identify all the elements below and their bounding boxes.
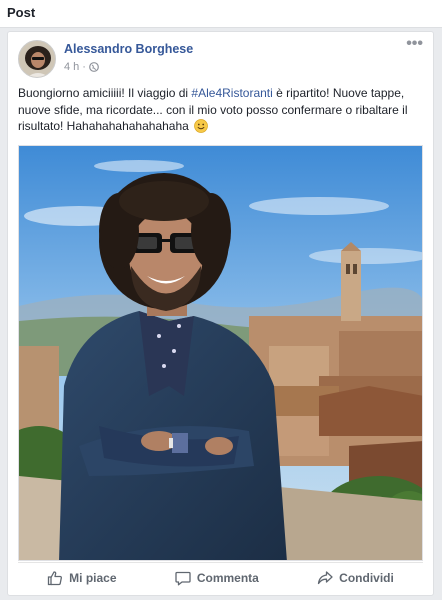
post-header: Alessandro Borghese 4 h · •••: [8, 32, 433, 78]
post-photo[interactable]: [18, 145, 423, 561]
hashtag-link[interactable]: #Ale4Ristoranti: [191, 86, 272, 100]
post-text: Buongiorno amiciiiii! Il viaggio di #Ale…: [18, 85, 426, 138]
comment-icon: [175, 570, 191, 586]
share-label: Condividi: [339, 570, 394, 585]
thumbs-up-icon: [47, 570, 63, 586]
post-timestamp[interactable]: 4 h: [64, 61, 79, 73]
section-title: Post: [0, 0, 442, 28]
share-button[interactable]: Condividi: [317, 570, 394, 586]
author-avatar[interactable]: [18, 40, 56, 78]
post-card: Alessandro Borghese 4 h · ••• Buongiorno…: [7, 31, 434, 596]
meta-separator: ·: [82, 61, 86, 73]
share-icon: [317, 570, 333, 586]
comment-button[interactable]: Commenta: [175, 570, 259, 586]
author-name-link[interactable]: Alessandro Borghese: [64, 42, 193, 56]
post-actions: Mi piace Commenta Condividi: [18, 562, 423, 592]
comment-label: Commenta: [196, 570, 259, 585]
more-options-button[interactable]: •••: [406, 36, 423, 52]
smiley-icon: [194, 119, 209, 138]
globe-icon[interactable]: [89, 62, 99, 72]
post-text-start: Buongiorno amiciiiii! Il viaggio di: [18, 86, 192, 100]
like-button[interactable]: Mi piace: [47, 570, 117, 586]
like-label: Mi piace: [69, 570, 117, 585]
post-meta: 4 h ·: [64, 61, 99, 73]
